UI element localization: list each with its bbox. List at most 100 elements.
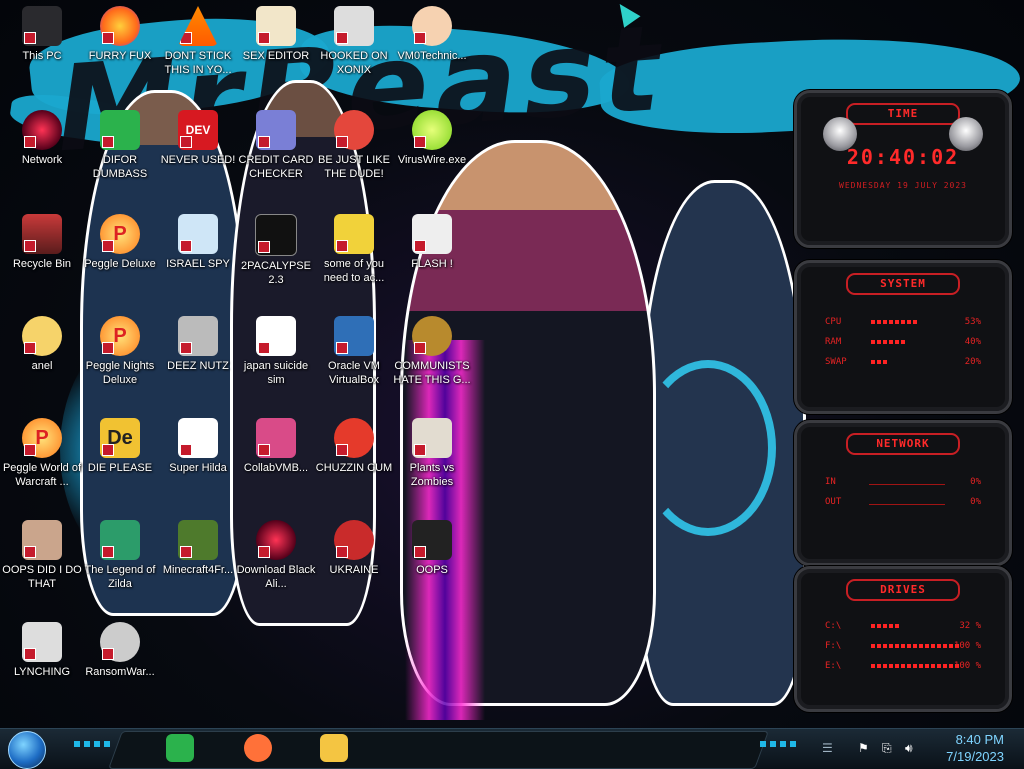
desktop-icon[interactable]: 2PACALYPSE 2.3	[234, 214, 318, 287]
desktop-icon-label: DIFOR DUMBASS	[92, 154, 148, 180]
desktop-icon[interactable]: DIFOR DUMBASS	[78, 110, 162, 181]
desktop-icon[interactable]: FURRY FUX	[78, 6, 162, 63]
desktop-icon-label: Recycle Bin	[12, 258, 72, 270]
desktop-icon-label: SEX EDITOR	[242, 50, 310, 62]
desktop-icon[interactable]: P Peggle Deluxe	[78, 214, 162, 271]
alien-logo-icon	[949, 117, 983, 151]
firefox-icon	[100, 6, 140, 46]
desktop-icon[interactable]: DONT STICK THIS IN YO...	[156, 6, 240, 77]
desktop-icon-label: japan suicide sim	[243, 360, 309, 386]
desktop-icon[interactable]: P Peggle World of Warcraft ...	[0, 418, 84, 489]
volume-icon[interactable]: 🔊︎	[905, 741, 913, 756]
system-label: SWAP	[825, 357, 847, 367]
desktop-icon[interactable]: BE JUST LIKE THE DUDE!	[312, 110, 396, 181]
network-graph-line	[869, 484, 945, 485]
taskbar-decoration	[760, 741, 800, 747]
desktop-icon[interactable]: Network	[0, 110, 84, 167]
shortcut-arrow-icon	[258, 546, 270, 558]
drives-usage-bar	[871, 644, 961, 648]
system-row: SWAP 20%	[811, 353, 995, 373]
network-widget: NETWORK IN 0% OUT 0%	[794, 420, 1012, 566]
desktop-icon[interactable]: Plants vs Zombies	[390, 418, 474, 489]
drives-label: F:\	[825, 641, 842, 651]
desktop-icon[interactable]: VirusWire.exe	[390, 110, 474, 167]
drives-widget: DRIVES C:\ 32 % F:\ 100 % E:\ 100 %	[794, 566, 1012, 712]
desktop-icon[interactable]: Minecraft4Fr...	[156, 520, 240, 577]
desktop-icon-label: CREDIT CARD CHECKER	[238, 154, 314, 180]
shortcut-arrow-icon	[336, 444, 348, 456]
hilda-icon	[178, 418, 218, 458]
taskbar-feedly-icon[interactable]	[166, 734, 194, 762]
desktop-icon-label: FURRY FUX	[88, 50, 152, 62]
desktop-icon[interactable]: The Legend of Zilda	[78, 520, 162, 591]
desktop-icon-label: CHUZZIN CUM	[315, 462, 393, 474]
desktop-icon[interactable]: DEEZ NUTZ	[156, 316, 240, 373]
desktop-icon[interactable]: some of you need to ac...	[312, 214, 396, 285]
desktop-icon[interactable]: RansomWar...	[78, 622, 162, 679]
alien-icon	[256, 520, 296, 560]
taskbar-firefox-icon[interactable]	[244, 734, 272, 762]
time-widget: TIME 20:40:02 WEDNESDAY 19 JULY 2023	[794, 90, 1012, 248]
desktop-icon-label: ISRAEL SPY	[166, 258, 230, 270]
santa-icon	[334, 110, 374, 150]
desktop-icon[interactable]: UKRAINE	[312, 520, 396, 577]
network-icon[interactable]: ⎘	[882, 741, 892, 756]
desktop-icon[interactable]: FLASH !	[390, 214, 474, 271]
desktop-icon[interactable]: Recycle Bin	[0, 214, 84, 271]
desktop-icon-label: BE JUST LIKE THE DUDE!	[318, 154, 390, 180]
desktop-icon[interactable]: japan suicide sim	[234, 316, 318, 387]
desktop-icon-label: VirusWire.exe	[397, 154, 467, 166]
shortcut-arrow-icon	[414, 546, 426, 558]
shortcut-arrow-icon	[180, 342, 192, 354]
desktop-icon[interactable]: P Peggle Nights Deluxe	[78, 316, 162, 387]
widget-clock-time: 20:40:02	[846, 145, 960, 169]
action-center-flag-icon[interactable]: ⚑	[858, 741, 869, 755]
green-icon	[100, 110, 140, 150]
desktop-icon[interactable]: OOPS DID I DO THAT	[0, 520, 84, 591]
shortcut-arrow-icon	[414, 136, 426, 148]
network-value: 0%	[970, 477, 981, 487]
drives-label: C:\	[825, 621, 842, 631]
desktop-icon[interactable]: This PC	[0, 6, 84, 63]
taskbar-file-explorer-icon[interactable]	[320, 734, 348, 762]
taskbar-clock[interactable]: 8:40 PM 7/19/2023	[946, 731, 1004, 765]
star-icon	[22, 316, 62, 356]
desktop-icon[interactable]: anel	[0, 316, 84, 373]
desktop-icon-label: Peggle Nights Deluxe	[85, 360, 155, 386]
desktop-icon[interactable]: CollabVMB...	[234, 418, 318, 475]
desktop-icon[interactable]: SEX EDITOR	[234, 6, 318, 63]
dev-icon: DEV	[178, 110, 218, 150]
shortcut-arrow-icon	[258, 32, 270, 44]
desktop-icon[interactable]: CREDIT CARD CHECKER	[234, 110, 318, 181]
drives-usage-bar	[871, 624, 900, 628]
desktop-icon[interactable]: DEV NEVER USED!	[156, 110, 240, 167]
shortcut-arrow-icon	[102, 546, 114, 558]
network-row: IN 0%	[811, 473, 995, 493]
desktop-icon[interactable]: Super Hilda	[156, 418, 240, 475]
desktop-icon-label: Plants vs Zombies	[409, 462, 455, 488]
desktop-icon[interactable]: ISRAEL SPY	[156, 214, 240, 271]
system-widget: SYSTEM CPU 53% RAM 40% SWAP 20%	[794, 260, 1012, 414]
desktop-icon[interactable]: VM0Technic...	[390, 6, 474, 63]
drives-usage-bar	[871, 664, 961, 668]
desktop-icon[interactable]: HOOKED ON XONIX	[312, 6, 396, 77]
desktop-icon-label: COMMUNISTS HATE THIS G...	[393, 360, 471, 386]
doc-icon	[256, 316, 296, 356]
start-button[interactable]	[8, 731, 46, 769]
desktop-icon[interactable]: COMMUNISTS HATE THIS G...	[390, 316, 474, 387]
desktop-icon[interactable]: De DIE PLEASE	[78, 418, 162, 475]
flash-icon	[412, 214, 452, 254]
collab-icon	[256, 418, 296, 458]
desktop-icon[interactable]: Oracle VM VirtualBox	[312, 316, 396, 387]
desktop-icon[interactable]: CHUZZIN CUM	[312, 418, 396, 475]
show-hidden-icons-icon[interactable]: ☰	[822, 741, 833, 755]
cmd-icon	[255, 214, 297, 256]
xonix-icon	[334, 6, 374, 46]
desktop-icon-label: Download Black Ali...	[236, 564, 316, 590]
drives-widget-title: DRIVES	[846, 579, 960, 601]
desktop-icon[interactable]: LYNCHING	[0, 622, 84, 679]
desktop-icon[interactable]: Download Black Ali...	[234, 520, 318, 591]
desktop-icon[interactable]: OOPS	[390, 520, 474, 577]
lynch-icon	[22, 622, 62, 662]
shortcut-arrow-icon	[24, 240, 36, 252]
